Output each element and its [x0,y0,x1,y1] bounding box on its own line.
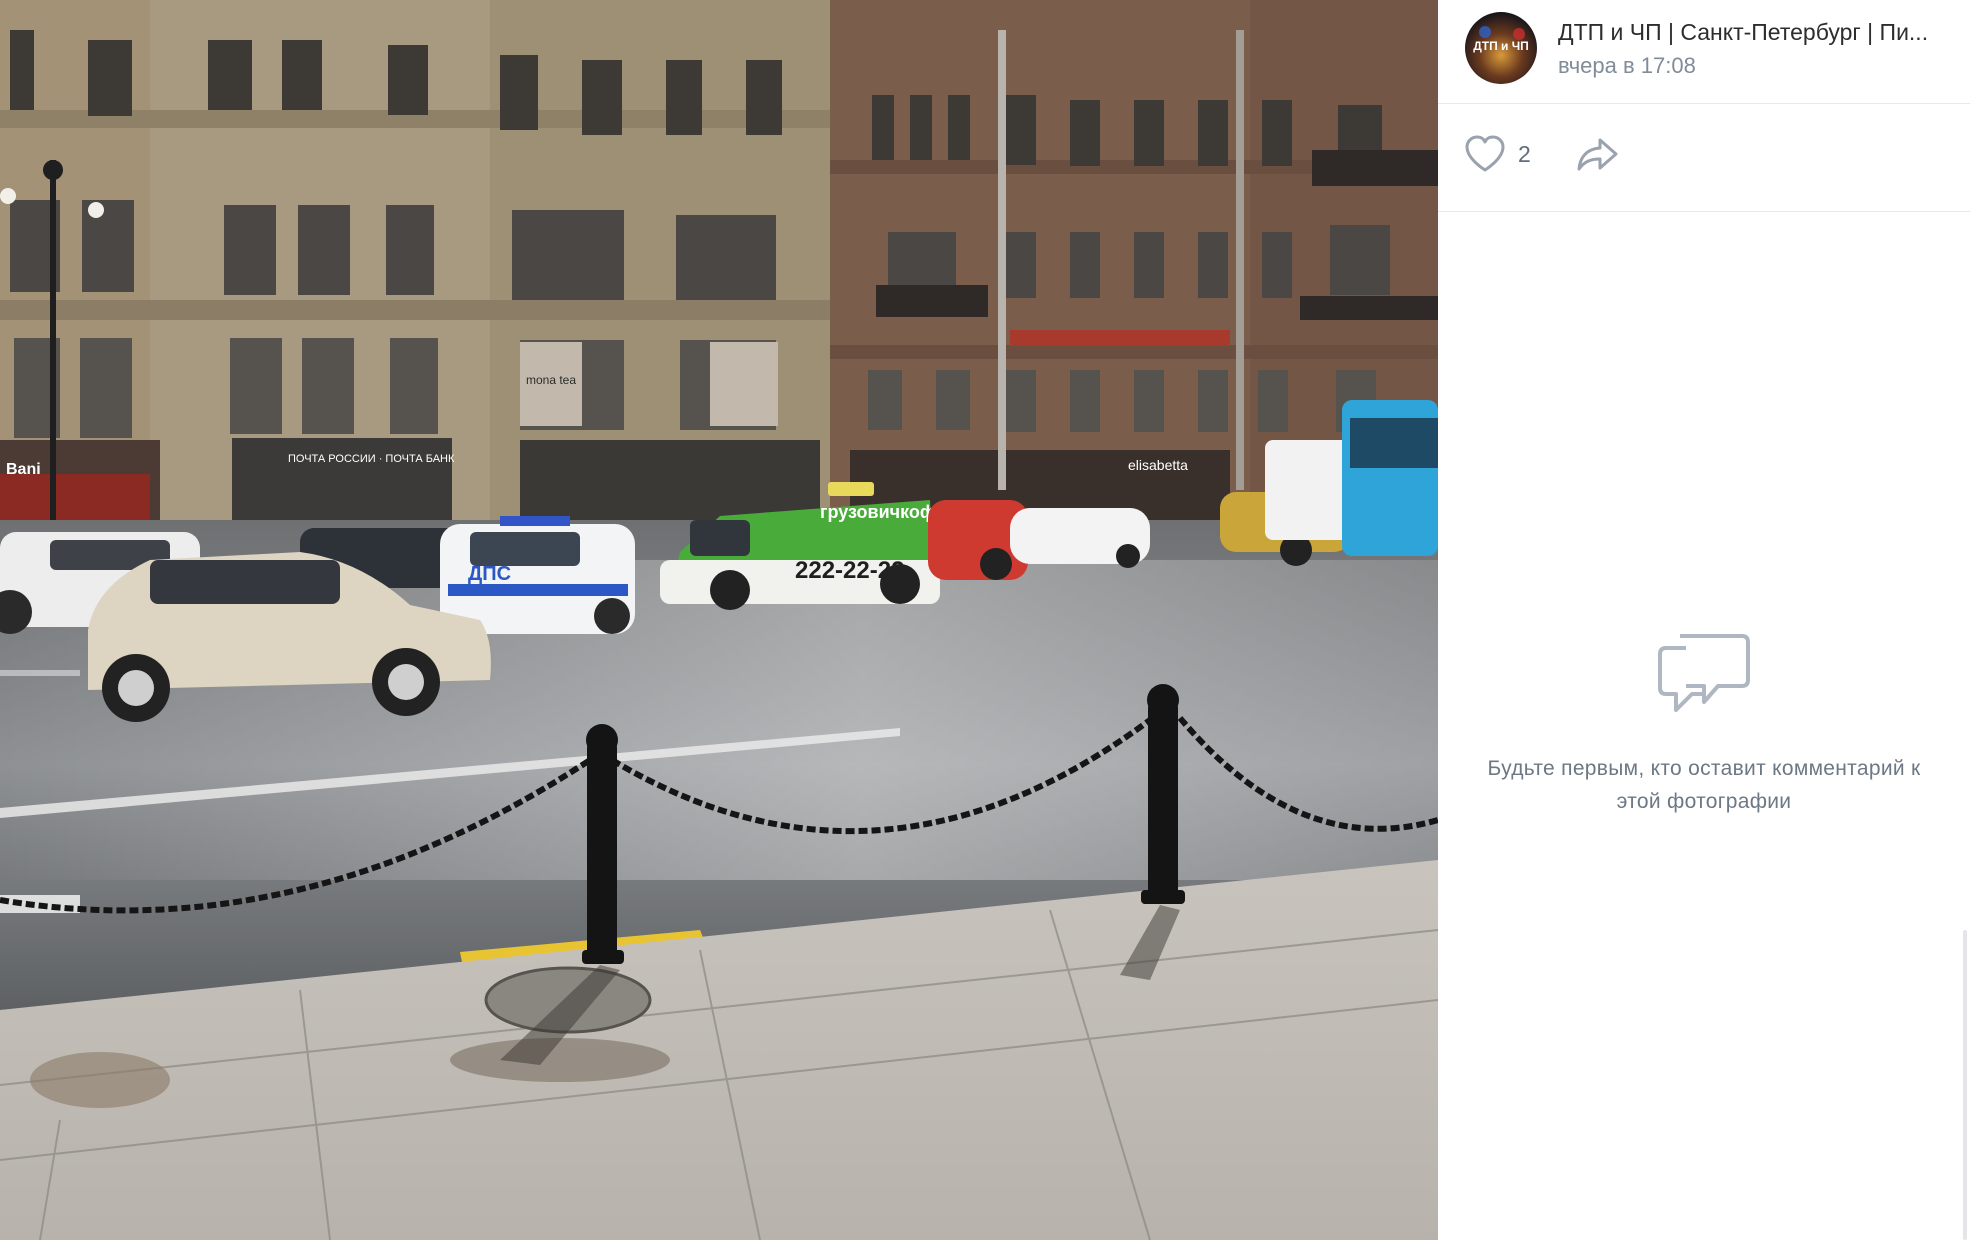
like-button[interactable]: 2 [1464,134,1531,174]
post-actions: 2 [1438,104,1970,212]
scrollbar[interactable] [1963,930,1967,1240]
van-brand-text: грузовичкоф [820,502,936,522]
comment-bubbles-icon [1658,634,1750,712]
post-date[interactable]: вчера в 17:08 [1558,53,1696,79]
heart-icon [1465,135,1505,172]
avatar-text: ДТП и ЧП [1473,39,1529,53]
post-office-sign: ПОЧТА РОССИИ · ПОЧТА БАНК [288,453,455,465]
photo-sidebar: ДТП и ЧП ДТП и ЧП | Санкт-Петербург | Пи… [1438,0,1970,1240]
share-arrow-icon [1577,138,1618,171]
street-scene-image: Bani ПОЧТА РОССИИ · ПОЧТА БАНК elisabett… [0,0,1438,1240]
left-shop-sign: Bani [6,461,41,478]
community-avatar[interactable]: ДТП и ЧП [1465,12,1537,84]
avatar-image: ДТП и ЧП [1465,12,1537,84]
police-car-label: ДПС [468,563,511,585]
share-button[interactable] [1576,136,1620,172]
elisabetta-sign: elisabetta [1128,457,1188,473]
post-author-link[interactable]: ДТП и ЧП | Санкт-Петербург | Пи... [1558,19,1958,46]
empty-comments-placeholder: Будьте первым, кто оставит комментарий к… [1438,630,1970,818]
post-header: ДТП и ЧП ДТП и ЧП | Санкт-Петербург | Пи… [1438,0,1970,104]
empty-comments-text: Будьте первым, кто оставит комментарий к… [1487,757,1921,813]
actions-divider [1438,211,1970,212]
post-photo[interactable]: Bani ПОЧТА РОССИИ · ПОЧТА БАНК elisabett… [0,0,1438,1240]
like-count: 2 [1518,140,1531,167]
mona-tea-sign: mona tea [526,373,576,387]
